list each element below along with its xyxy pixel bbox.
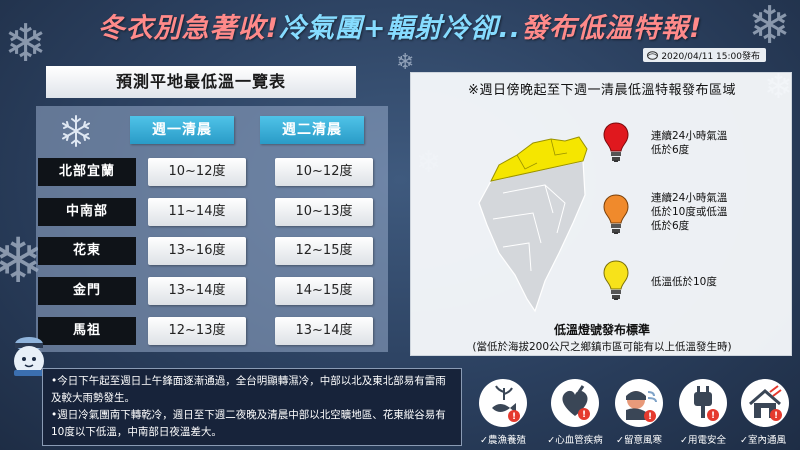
headline-part-1: 冬衣別急著收! xyxy=(97,13,279,44)
table-title: 預測平地最低溫一覽表 xyxy=(46,66,356,98)
taiwan-south-region xyxy=(478,160,586,313)
headline-part-2: 冷氣團+輻射冷卻.. xyxy=(278,13,522,44)
yellow-bulb-icon xyxy=(603,260,629,300)
legend-line: 低於6度 xyxy=(651,220,690,232)
svg-text:!: ! xyxy=(774,411,778,421)
standard-note: (當低於海拔200公尺之鄉鎮市區可能有以上低溫發生時) xyxy=(472,341,732,353)
note-item: •今日下午起至週日上午鋒面逐漸通過，全台明顯轉濕冷，中部以北及東北部易有雷雨及較… xyxy=(51,375,446,404)
region-label: 北部宜蘭 xyxy=(38,158,136,186)
legend-line: 低於6度 xyxy=(651,144,690,156)
orange-bulb-icon xyxy=(603,194,629,234)
temp-cell-monday: 11~14度 xyxy=(148,198,246,226)
cwb-logo-icon xyxy=(647,50,659,60)
house-icon: ! xyxy=(741,379,789,427)
plug-icon: ! xyxy=(679,379,727,427)
warning-label: ✓心血管疾病 xyxy=(547,435,603,446)
fish-plant-icon: ! xyxy=(479,379,527,427)
column-header-monday: 週一清晨 xyxy=(130,116,234,144)
temp-cell-tuesday: 12~15度 xyxy=(275,237,373,265)
legend-orange-text: 連續24小時氣溫 低於10度或低溫 低於6度 xyxy=(651,191,727,233)
svg-text:!: ! xyxy=(582,410,586,420)
red-bulb-icon xyxy=(603,122,629,162)
column-header-tuesday: 週二清晨 xyxy=(260,116,364,144)
region-label: 金門 xyxy=(38,277,136,305)
note-item: •週日冷氣團南下轉乾冷，週日至下週二夜晚及清晨中部以北空曠地區、花東縱谷易有10… xyxy=(51,409,446,438)
issue-date-badge: 2020/04/11 15:00發布 xyxy=(643,48,766,62)
legend-line: 低於10度或低溫 xyxy=(651,206,728,218)
svg-text:!: ! xyxy=(711,411,715,421)
svg-text:!: ! xyxy=(648,412,652,422)
svg-text:!: ! xyxy=(512,412,516,422)
warning-label: ✓留意風寒 xyxy=(616,435,662,446)
temp-cell-monday: 10~12度 xyxy=(148,158,246,186)
legend-line: 連續24小時氣溫 xyxy=(651,192,728,204)
snowflake-icon xyxy=(62,115,90,147)
warning-label: ✓室內通風 xyxy=(740,435,786,446)
headline-part-3: 發布低溫特報! xyxy=(521,13,703,44)
region-label: 花東 xyxy=(38,237,136,265)
legend-red-text: 連續24小時氣溫 低於6度 xyxy=(651,129,727,157)
temp-cell-monday: 13~14度 xyxy=(148,277,246,305)
issue-date-text: 2020/04/11 15:00發布 xyxy=(661,51,760,62)
snowflake-icon: ❄ xyxy=(396,50,415,75)
temp-cell-tuesday: 13~14度 xyxy=(275,317,373,345)
temp-cell-tuesday: 14~15度 xyxy=(275,277,373,305)
standard-title: 低溫燈號發布標準 xyxy=(553,323,650,337)
temp-cell-tuesday: 10~13度 xyxy=(275,198,373,226)
warning-label: ✓農漁養殖 xyxy=(480,435,526,446)
wind-person-icon: ! xyxy=(615,379,663,427)
temp-cell-monday: 13~16度 xyxy=(148,237,246,265)
notes-box: •今日下午起至週日上午鋒面逐漸通過，全台明顯轉濕冷，中部以北及東北部易有雷雨及較… xyxy=(42,368,462,446)
taiwan-map xyxy=(478,136,588,313)
region-label: 中南部 xyxy=(38,198,136,226)
legend-yellow-text: 低溫低於10度 xyxy=(651,275,717,289)
map-panel: ※週日傍晚起至下週一清晨低溫特報發布區域 連續24小時氣溫 低於6度 連續24小… xyxy=(410,72,792,356)
temp-cell-tuesday: 10~12度 xyxy=(275,158,373,186)
map-title: ※週日傍晚起至下週一清晨低溫特報發布區域 xyxy=(468,83,736,98)
temp-cell-monday: 12~13度 xyxy=(148,317,246,345)
headline: 冬衣別急著收!冷氣團+輻射冷卻..發布低溫特報! xyxy=(0,6,800,45)
legend-line: 低溫低於10度 xyxy=(651,276,717,288)
legend-line: 連續24小時氣溫 xyxy=(651,130,728,142)
heart-icon: ! xyxy=(551,379,599,427)
